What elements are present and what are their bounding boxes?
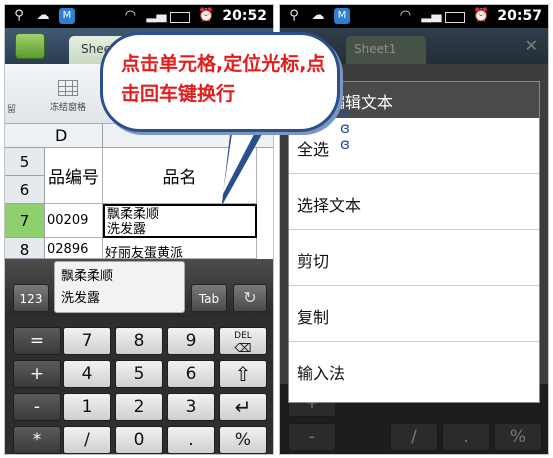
- alarm-icon: ⏰: [473, 8, 490, 23]
- freeze-panes-icon: [58, 80, 78, 96]
- key-8[interactable]: 8: [115, 327, 163, 355]
- status-bar: ⚲ ☁ M ◠ ▂▄ ⏰ 20:52: [5, 5, 273, 28]
- key-divide[interactable]: /: [63, 426, 111, 454]
- menu-item-select-text[interactable]: 选择文本: [289, 174, 539, 230]
- cell-row7-code[interactable]: 00209: [45, 204, 103, 238]
- delete-key-label: DEL: [234, 331, 252, 341]
- row-header-8[interactable]: 8: [5, 238, 45, 259]
- squiggle-decoration: ɞɞɞ: [340, 103, 350, 153]
- numeric-keypad: = 7 8 9 DEL ⌫ + 4 5 6 ⇧ - 1 2 3 ↵ * / 0 …: [5, 317, 273, 454]
- wifi-icon: ◠: [399, 8, 412, 23]
- usb-icon: ⚲: [289, 8, 299, 23]
- delete-key[interactable]: DEL ⌫: [219, 327, 267, 355]
- battery-icon: [170, 11, 191, 23]
- key-3[interactable]: 3: [167, 393, 215, 421]
- cell-edit-field[interactable]: 飘柔柔顺 洗发露: [54, 261, 185, 313]
- status-time-right: 20:57: [497, 8, 542, 24]
- cell-row8-name[interactable]: 好丽友蛋黄派: [103, 238, 257, 261]
- numeric-mode-button[interactable]: 123: [13, 284, 49, 312]
- alarm-icon: ⏰: [198, 8, 215, 23]
- menu-item-select-all[interactable]: 全选: [289, 118, 539, 174]
- app-menu-icon[interactable]: [15, 33, 45, 59]
- key-multiply[interactable]: *: [13, 426, 61, 454]
- key-7[interactable]: 7: [63, 327, 111, 355]
- key-4[interactable]: 4: [63, 360, 111, 388]
- key-percent[interactable]: %: [219, 426, 267, 454]
- weather-icon: ☁: [311, 8, 325, 23]
- row-header-5[interactable]: 5: [5, 148, 45, 176]
- signal-icon: ▂▄: [146, 8, 167, 23]
- screenshot-frame: ⚲ ☁ M ◠ ▂▄ ⏰ 20:52 Sheet1 留 冻结窗格 D 5 6 7…: [0, 0, 553, 458]
- shift-icon[interactable]: ⇧: [219, 360, 267, 388]
- tab-sheet1-dimmed: Sheet1: [346, 36, 426, 64]
- cell-header-code[interactable]: 品编号: [45, 148, 103, 204]
- menu-item-input-method[interactable]: 输入法: [289, 342, 539, 398]
- freeze-panes-button[interactable]: 冻结窗格: [43, 76, 93, 120]
- menu-item-copy[interactable]: 复制: [289, 286, 539, 342]
- weather-icon: ☁: [36, 8, 50, 23]
- cell-input-bar: 123 飘柔柔顺 洗发露 Tab ↻: [5, 259, 273, 317]
- key-2[interactable]: 2: [115, 393, 163, 421]
- freeze-panes-label: 冻结窗格: [49, 103, 86, 113]
- row-header-6[interactable]: 6: [5, 176, 45, 204]
- toolbar-left-label[interactable]: 留: [7, 102, 16, 115]
- backspace-icon: ⌫: [234, 341, 252, 355]
- bg-key-dot: .: [442, 423, 490, 451]
- key-dot[interactable]: .: [167, 426, 215, 454]
- column-header-d[interactable]: D: [49, 124, 103, 148]
- bg-key-percent: %: [494, 423, 542, 451]
- key-6[interactable]: 6: [167, 360, 215, 388]
- row-header-7[interactable]: 7: [5, 204, 45, 238]
- sync-icon: M: [334, 8, 350, 24]
- bg-key-divide: /: [390, 423, 438, 451]
- menu-item-cut[interactable]: 剪切: [289, 230, 539, 286]
- close-icon: ✕: [524, 36, 538, 55]
- key-9[interactable]: 9: [167, 327, 215, 355]
- status-bar-right: ⚲ ☁ M ◠ ▂▄ ⏰ 20:57: [280, 5, 548, 28]
- enter-icon[interactable]: ↵: [219, 393, 267, 421]
- signal-icon: ▂▄: [421, 8, 442, 23]
- cell-row8-code[interactable]: 02896: [45, 238, 103, 259]
- status-time: 20:52: [222, 8, 267, 24]
- bg-key-minus: -: [288, 423, 336, 451]
- sync-icon: M: [59, 8, 75, 24]
- key-0[interactable]: 0: [115, 426, 163, 454]
- key-plus[interactable]: +: [13, 360, 61, 388]
- redo-icon[interactable]: ↻: [233, 284, 267, 312]
- usb-icon: ⚲: [14, 8, 24, 23]
- key-5[interactable]: 5: [115, 360, 163, 388]
- callout-text: 点击单元格,定位光标,点击回车键换行: [121, 53, 326, 105]
- edit-text-menu: 编辑文本 全选 选择文本 剪切 复制 输入法: [288, 81, 540, 403]
- tab-button[interactable]: Tab: [191, 284, 227, 312]
- callout-bubble: 点击单元格,定位光标,点击回车键换行: [100, 32, 340, 132]
- key-1[interactable]: 1: [63, 393, 111, 421]
- key-minus[interactable]: -: [13, 393, 61, 421]
- wifi-icon: ◠: [124, 8, 137, 23]
- battery-icon: [445, 11, 466, 23]
- key-equals[interactable]: =: [13, 327, 61, 355]
